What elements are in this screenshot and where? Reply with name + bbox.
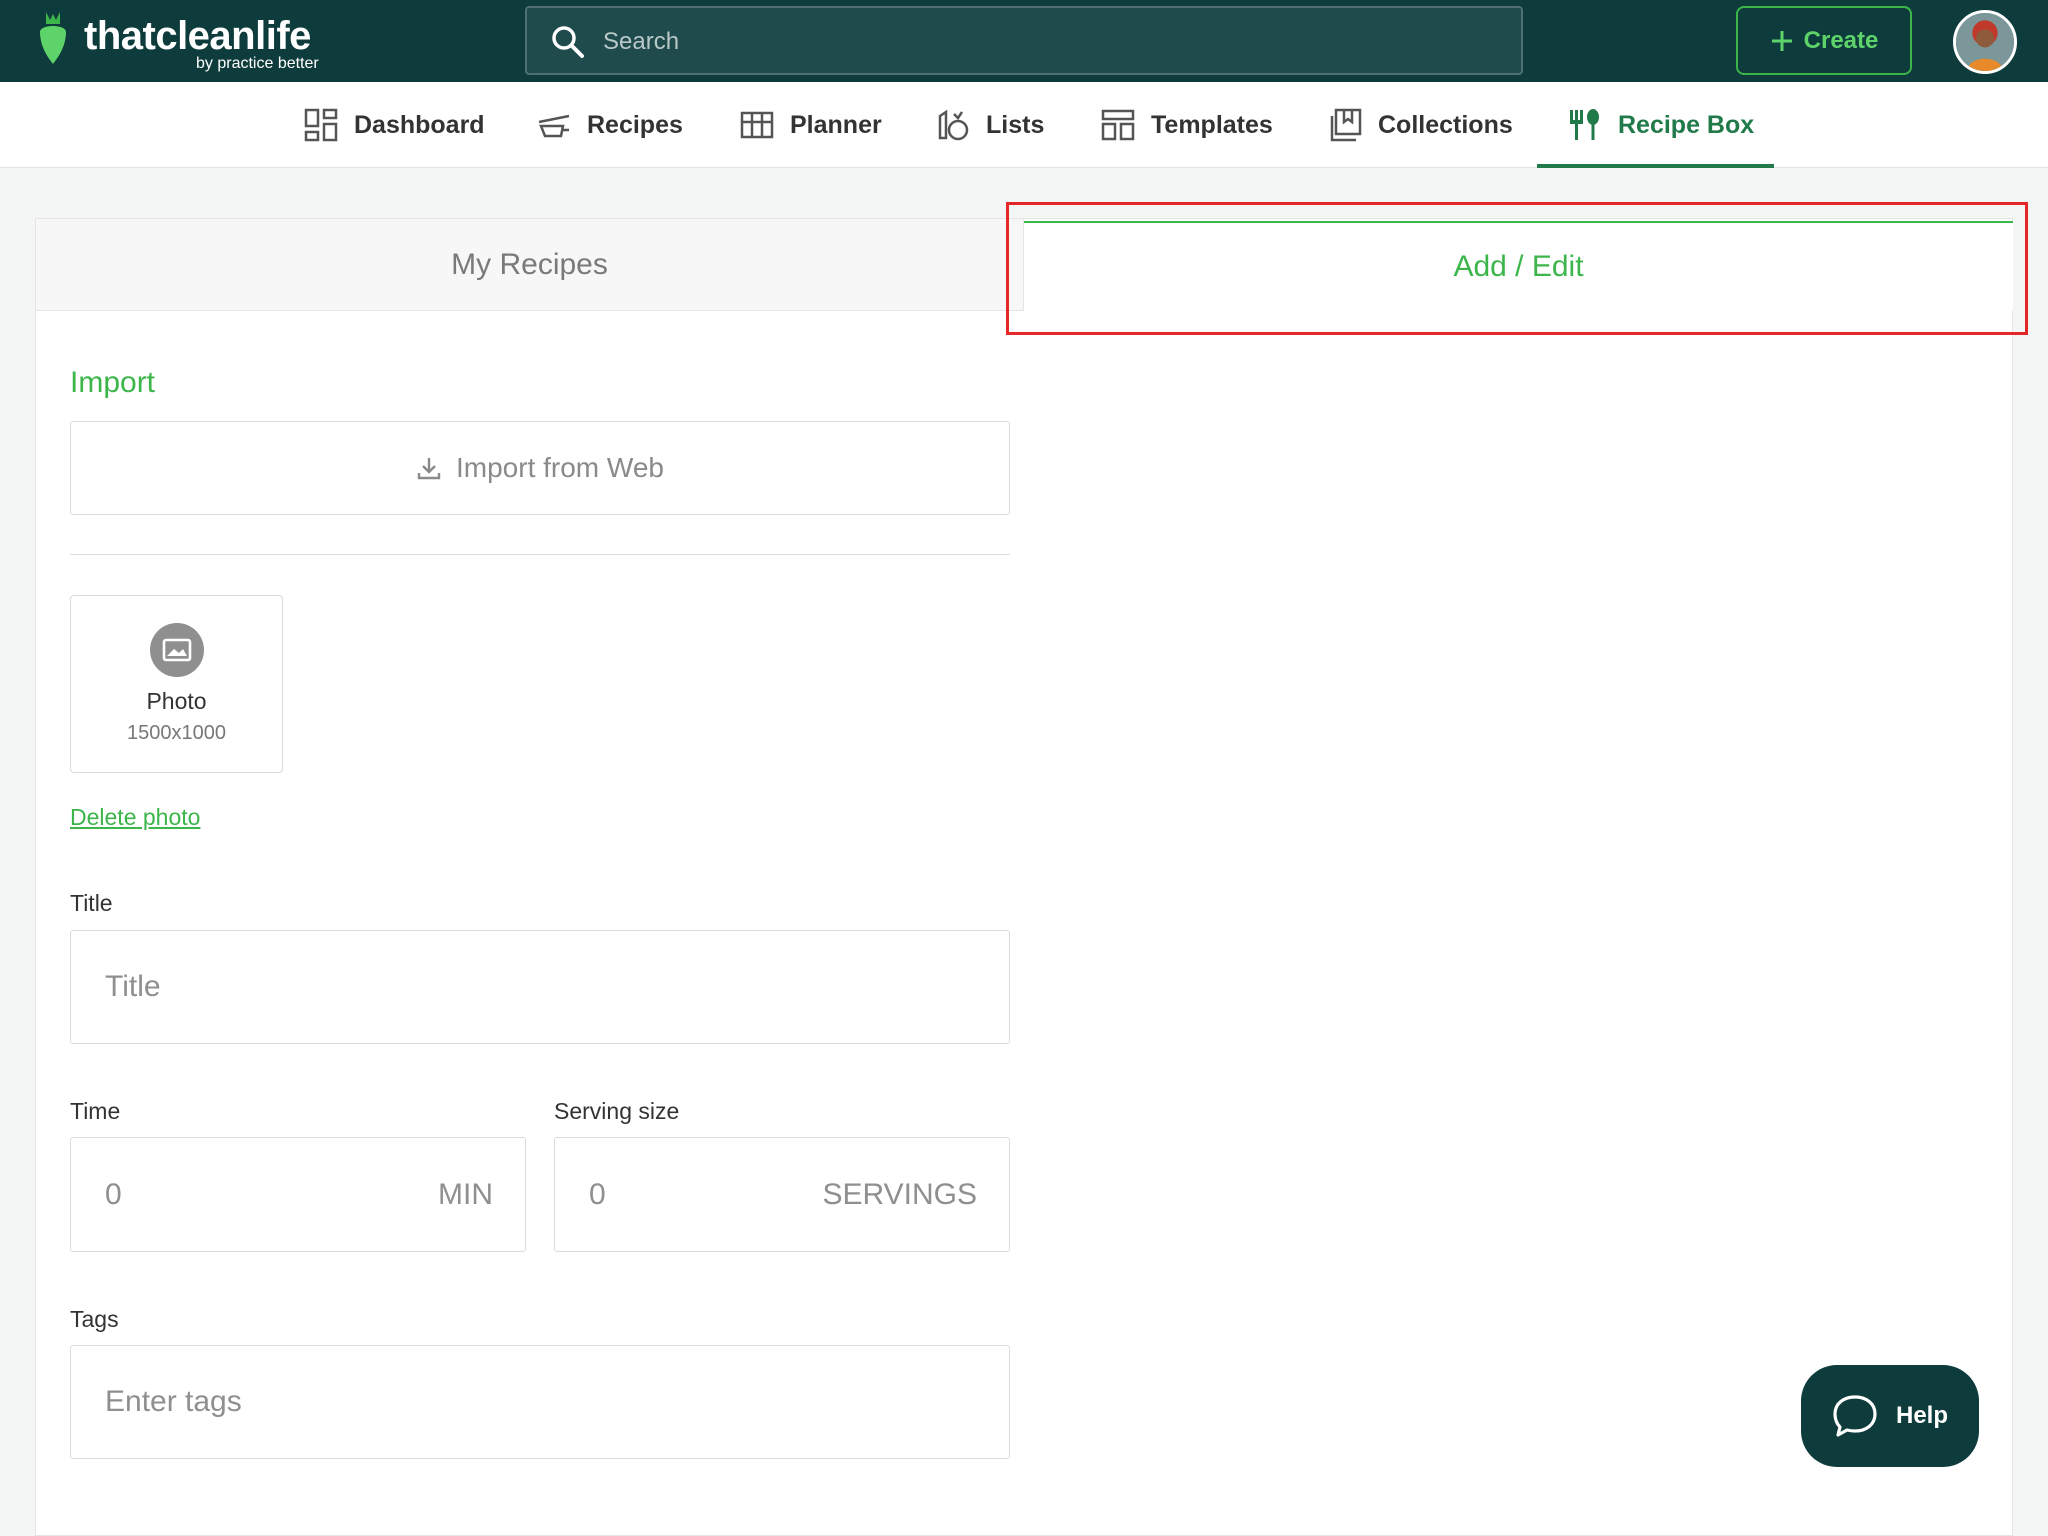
tab-my-recipes-label: My Recipes — [451, 247, 608, 281]
time-label: Time — [70, 1098, 121, 1124]
tags-field[interactable] — [70, 1345, 1010, 1459]
nav-label-collections: Collections — [1378, 110, 1513, 139]
nav-label-planner: Planner — [790, 110, 882, 139]
planner-icon — [740, 111, 774, 139]
import-from-web-button[interactable]: Import from Web — [70, 421, 1010, 515]
search-input[interactable] — [603, 22, 1483, 62]
recipe-box-card: My Recipes Add / Edit — [35, 218, 2013, 1536]
create-button-label: Create — [1803, 26, 1879, 54]
import-section-title: Import — [70, 366, 156, 399]
top-bar: thatcleanlife by practice better Create — [0, 0, 2048, 82]
nav-label-lists: Lists — [986, 110, 1045, 139]
lists-icon — [938, 109, 969, 141]
main-nav: Dashboard Recipes Planner Lists Template… — [0, 82, 2048, 168]
image-icon — [150, 623, 204, 677]
nav-item-dashboard[interactable]: Dashboard — [304, 82, 485, 168]
search-icon — [552, 26, 584, 58]
plus-icon — [1771, 30, 1792, 51]
delete-photo-link[interactable]: Delete photo — [70, 804, 200, 831]
title-label: Title — [70, 890, 113, 916]
title-field[interactable] — [70, 930, 1010, 1044]
create-button[interactable]: Create — [1736, 6, 1912, 75]
tab-add-edit[interactable]: Add / Edit — [1024, 221, 2013, 311]
recipes-icon — [538, 114, 570, 138]
fork-spoon-icon — [1570, 109, 1599, 140]
download-icon — [417, 458, 441, 480]
time-unit: MIN — [438, 1177, 493, 1211]
nav-label-dashboard: Dashboard — [354, 110, 485, 139]
serving-size-field[interactable]: SERVINGS — [554, 1137, 1010, 1252]
brand-tagline: by practice better — [196, 55, 319, 72]
photo-label: Photo — [146, 688, 207, 714]
nav-label-recipes: Recipes — [587, 110, 683, 139]
active-nav-indicator — [1537, 164, 1774, 168]
tab-my-recipes[interactable]: My Recipes — [36, 219, 1024, 311]
nav-item-collections[interactable]: Collections — [1328, 82, 1513, 168]
time-field[interactable]: MIN — [70, 1137, 526, 1252]
tab-add-edit-label: Add / Edit — [1453, 250, 1584, 283]
help-button-label: Help — [1895, 1402, 1948, 1429]
templates-icon — [1101, 109, 1135, 141]
radish-icon — [40, 12, 66, 64]
search-bar[interactable] — [525, 6, 1523, 75]
nav-item-recipes[interactable]: Recipes — [537, 82, 683, 168]
chat-bubble-icon — [1833, 1395, 1877, 1437]
nav-item-recipe-box[interactable]: Recipe Box — [1568, 82, 1754, 168]
serving-size-label: Serving size — [554, 1098, 680, 1124]
serving-unit: SERVINGS — [822, 1177, 978, 1211]
time-input[interactable] — [105, 1138, 385, 1251]
photo-dimensions: 1500x1000 — [127, 722, 226, 744]
nav-item-templates[interactable]: Templates — [1101, 82, 1273, 168]
serving-size-input[interactable] — [589, 1138, 789, 1251]
brand-name: thatcleanlife — [84, 14, 311, 58]
collections-icon — [1330, 108, 1362, 142]
nav-label-templates: Templates — [1151, 110, 1273, 139]
dashboard-icon — [304, 108, 338, 142]
title-input[interactable] — [105, 931, 975, 1043]
nav-label-recipe-box: Recipe Box — [1618, 110, 1755, 139]
import-button-label: Import from Web — [456, 452, 664, 483]
user-avatar[interactable] — [1953, 10, 2017, 74]
avatar-image — [1956, 13, 2014, 71]
nav-item-planner[interactable]: Planner — [740, 82, 882, 168]
help-button[interactable]: Help — [1801, 1365, 1979, 1467]
section-divider — [70, 554, 1010, 555]
tags-label: Tags — [70, 1306, 119, 1332]
photo-upload[interactable]: Photo 1500x1000 — [70, 595, 283, 773]
tags-input[interactable] — [105, 1346, 975, 1458]
nav-item-lists[interactable]: Lists — [936, 82, 1044, 168]
